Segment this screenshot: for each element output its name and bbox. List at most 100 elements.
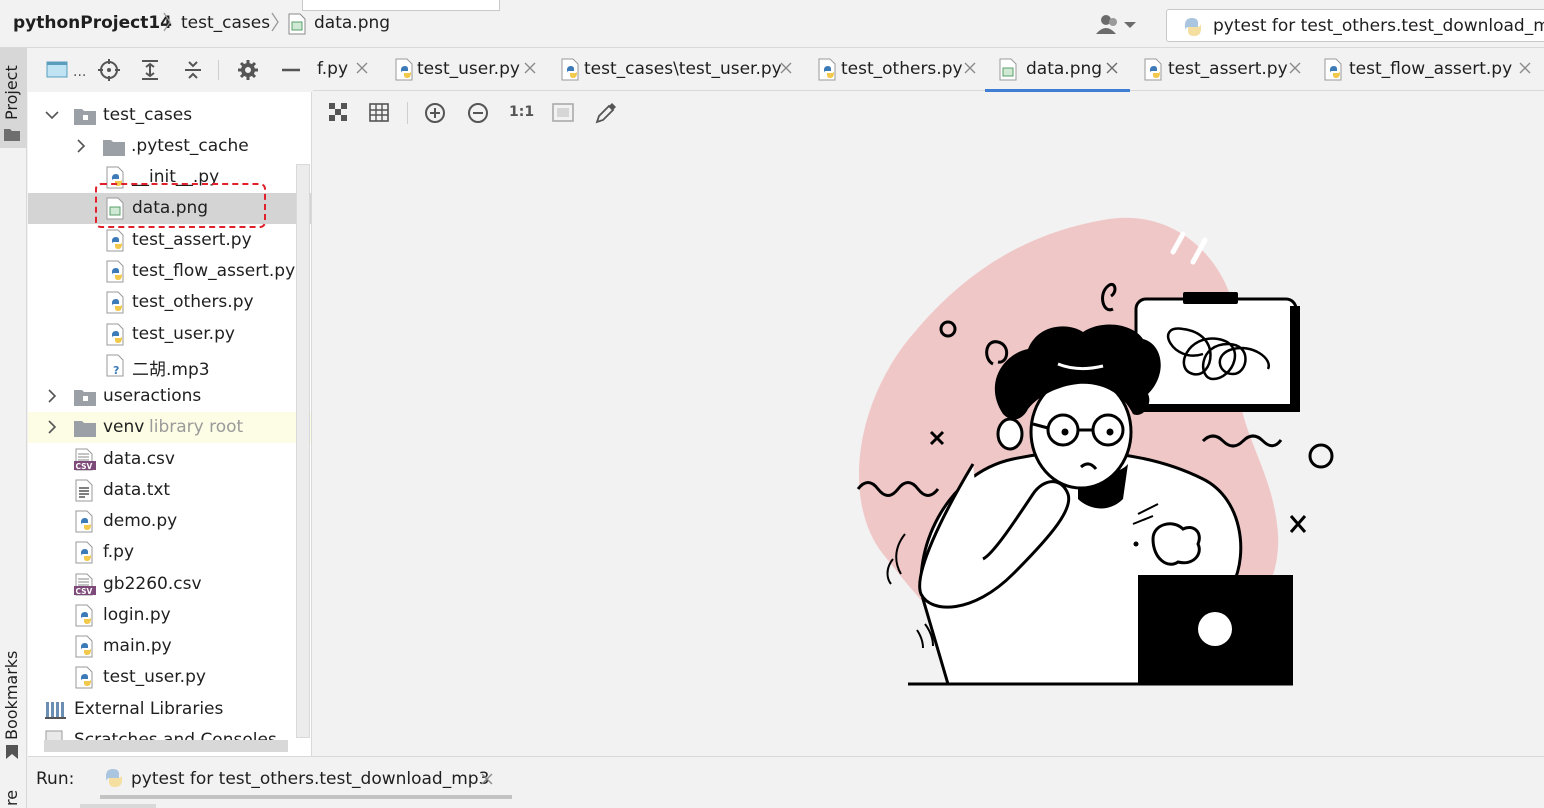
tree-row-label: test_user.py bbox=[132, 324, 235, 344]
run-panel-label: Run: bbox=[36, 769, 75, 789]
run-configuration-selector[interactable]: pytest for test_others.test_download_mp3 bbox=[1166, 9, 1544, 42]
python-file-icon bbox=[818, 58, 836, 81]
tree-horizontal-scrollbar[interactable] bbox=[44, 740, 288, 752]
project-tool-label: Project bbox=[2, 65, 21, 120]
tree-row-useractions[interactable]: useractions bbox=[28, 381, 296, 412]
tree-row-pytest-cache[interactable]: .pytest_cache bbox=[28, 131, 296, 162]
image-file-icon bbox=[106, 197, 124, 220]
tab-test-cases-test-user[interactable]: test_cases\test_user.py bbox=[555, 48, 805, 91]
tree-row-login-py[interactable]: login.py bbox=[28, 600, 296, 631]
tree-row-test-user[interactable]: test_user.py bbox=[28, 319, 296, 350]
breadcrumb-project[interactable]: pythonProject14 bbox=[13, 13, 172, 33]
tool-window-strip: Project Bookmarks re bbox=[0, 48, 27, 808]
close-icon[interactable] bbox=[523, 61, 537, 75]
python-file-icon bbox=[75, 666, 93, 689]
toolbar-separator bbox=[407, 102, 408, 124]
grid-icon[interactable] bbox=[368, 101, 392, 125]
tree-row-test-flow-assert[interactable]: test_flow_assert.py bbox=[28, 256, 296, 287]
color-picker-icon[interactable] bbox=[594, 101, 618, 125]
tree-row-data-png[interactable]: data.png bbox=[28, 193, 311, 224]
actual-size-button[interactable]: 1:1 bbox=[509, 104, 534, 128]
project-panel-toolbar: ... bbox=[28, 48, 312, 92]
tree-row-main-py[interactable]: main.py bbox=[28, 631, 296, 662]
editor-tab-bar: f.py test_user.py test_cases\test_user.p… bbox=[313, 48, 1544, 92]
tree-row-label: External Libraries bbox=[74, 699, 224, 719]
breadcrumb-folder[interactable]: test_cases bbox=[181, 13, 270, 33]
tab-test-flow-assert[interactable]: test_flow_assert.py bbox=[1320, 48, 1544, 91]
image-file-icon bbox=[288, 13, 306, 35]
tab-data-png[interactable]: data.png bbox=[985, 48, 1130, 92]
doodle-cross bbox=[1289, 515, 1307, 533]
tree-row-data-txt[interactable]: data.txt bbox=[28, 475, 296, 506]
tab-label: test_flow_assert.py bbox=[1349, 59, 1513, 79]
breadcrumb-separator bbox=[270, 11, 280, 33]
tree-row-label: main.py bbox=[103, 636, 172, 656]
tree-row-erhu-mp3[interactable]: ? 二胡.mp3 bbox=[28, 350, 296, 381]
gear-icon[interactable] bbox=[236, 58, 260, 82]
bookmark-icon bbox=[6, 745, 18, 759]
image-file-icon bbox=[999, 58, 1017, 81]
tree-row-f-py[interactable]: f.py bbox=[28, 537, 296, 568]
project-tool-window-button[interactable]: Project bbox=[0, 48, 27, 148]
csv-file-icon: CSV bbox=[74, 573, 96, 596]
expand-all-icon[interactable] bbox=[138, 58, 162, 82]
project-view-icon[interactable]: ... bbox=[46, 58, 86, 82]
fit-to-window-icon[interactable] bbox=[551, 101, 575, 125]
bookmarks-tool-window-button[interactable]: Bookmarks bbox=[0, 644, 27, 774]
close-icon[interactable] bbox=[1105, 61, 1119, 75]
tree-row-label: gb2260.csv bbox=[103, 574, 202, 594]
chevron-right-icon[interactable] bbox=[44, 388, 60, 404]
tree-row-test-cases[interactable]: test_cases bbox=[28, 100, 296, 131]
chessboard-icon[interactable] bbox=[327, 101, 351, 125]
structure-tool-label[interactable]: re bbox=[2, 790, 21, 806]
run-tab-label: pytest for test_others.test_download_mp3 bbox=[131, 769, 490, 789]
python-file-icon bbox=[106, 166, 124, 189]
folder-icon bbox=[74, 109, 96, 125]
python-file-icon bbox=[1324, 58, 1342, 81]
tree-row-test-assert[interactable]: test_assert.py bbox=[28, 225, 296, 256]
python-file-icon bbox=[75, 510, 93, 533]
tree-row-venv[interactable]: venv library root bbox=[28, 412, 311, 443]
libraries-icon bbox=[45, 702, 66, 719]
close-icon[interactable] bbox=[1518, 61, 1532, 75]
tab-f-py[interactable]: f.py bbox=[313, 48, 379, 91]
tree-row-gb2260-csv[interactable]: CSV gb2260.csv bbox=[28, 569, 296, 600]
tree-row-label: 二胡.mp3 bbox=[132, 360, 210, 380]
tree-row-init-py[interactable]: __init__.py bbox=[28, 162, 296, 193]
chevron-down-icon[interactable] bbox=[44, 107, 60, 123]
close-icon[interactable] bbox=[355, 61, 369, 75]
collapse-all-icon[interactable] bbox=[181, 58, 205, 82]
breadcrumb-separator bbox=[162, 11, 172, 33]
unknown-file-icon: ? bbox=[106, 354, 124, 377]
tree-row-test-others[interactable]: test_others.py bbox=[28, 287, 296, 318]
close-icon[interactable] bbox=[1288, 61, 1302, 75]
chevron-right-icon[interactable] bbox=[73, 138, 89, 154]
tab-label: test_cases\test_user.py bbox=[584, 59, 782, 79]
chevron-right-icon[interactable] bbox=[44, 419, 60, 435]
run-tab[interactable]: pytest for test_others.test_download_mp3 bbox=[100, 757, 512, 801]
tree-scrollbar[interactable] bbox=[296, 164, 310, 738]
tree-row-demo-py[interactable]: demo.py bbox=[28, 506, 296, 537]
tab-test-assert[interactable]: test_assert.py bbox=[1140, 48, 1320, 91]
breadcrumb-file[interactable]: data.png bbox=[314, 13, 390, 33]
zoom-out-icon[interactable] bbox=[466, 101, 490, 125]
close-icon[interactable] bbox=[779, 61, 793, 75]
close-icon[interactable] bbox=[480, 772, 494, 786]
hide-panel-icon[interactable] bbox=[279, 58, 303, 82]
tree-row-data-csv[interactable]: CSV data.csv bbox=[28, 444, 296, 475]
tree-row-label: .pytest_cache bbox=[131, 136, 249, 156]
svg-text:CSV: CSV bbox=[76, 587, 93, 596]
tree-row-test-user-root[interactable]: test_user.py bbox=[28, 662, 296, 693]
tree-row-external-libraries[interactable]: External Libraries bbox=[28, 694, 296, 725]
svg-text:...: ... bbox=[73, 64, 86, 80]
close-icon[interactable] bbox=[963, 61, 977, 75]
locate-file-icon[interactable] bbox=[97, 58, 121, 82]
image-canvas[interactable] bbox=[313, 134, 1544, 756]
tab-label: test_others.py bbox=[841, 59, 963, 79]
account-button[interactable] bbox=[1094, 12, 1140, 38]
tab-test-others[interactable]: test_others.py bbox=[812, 48, 987, 91]
zoom-in-icon[interactable] bbox=[423, 101, 447, 125]
image-viewer-toolbar: 1:1 bbox=[313, 92, 1544, 134]
tab-test-user[interactable]: test_user.py bbox=[389, 48, 549, 91]
tree-row-label: data.csv bbox=[103, 449, 175, 469]
